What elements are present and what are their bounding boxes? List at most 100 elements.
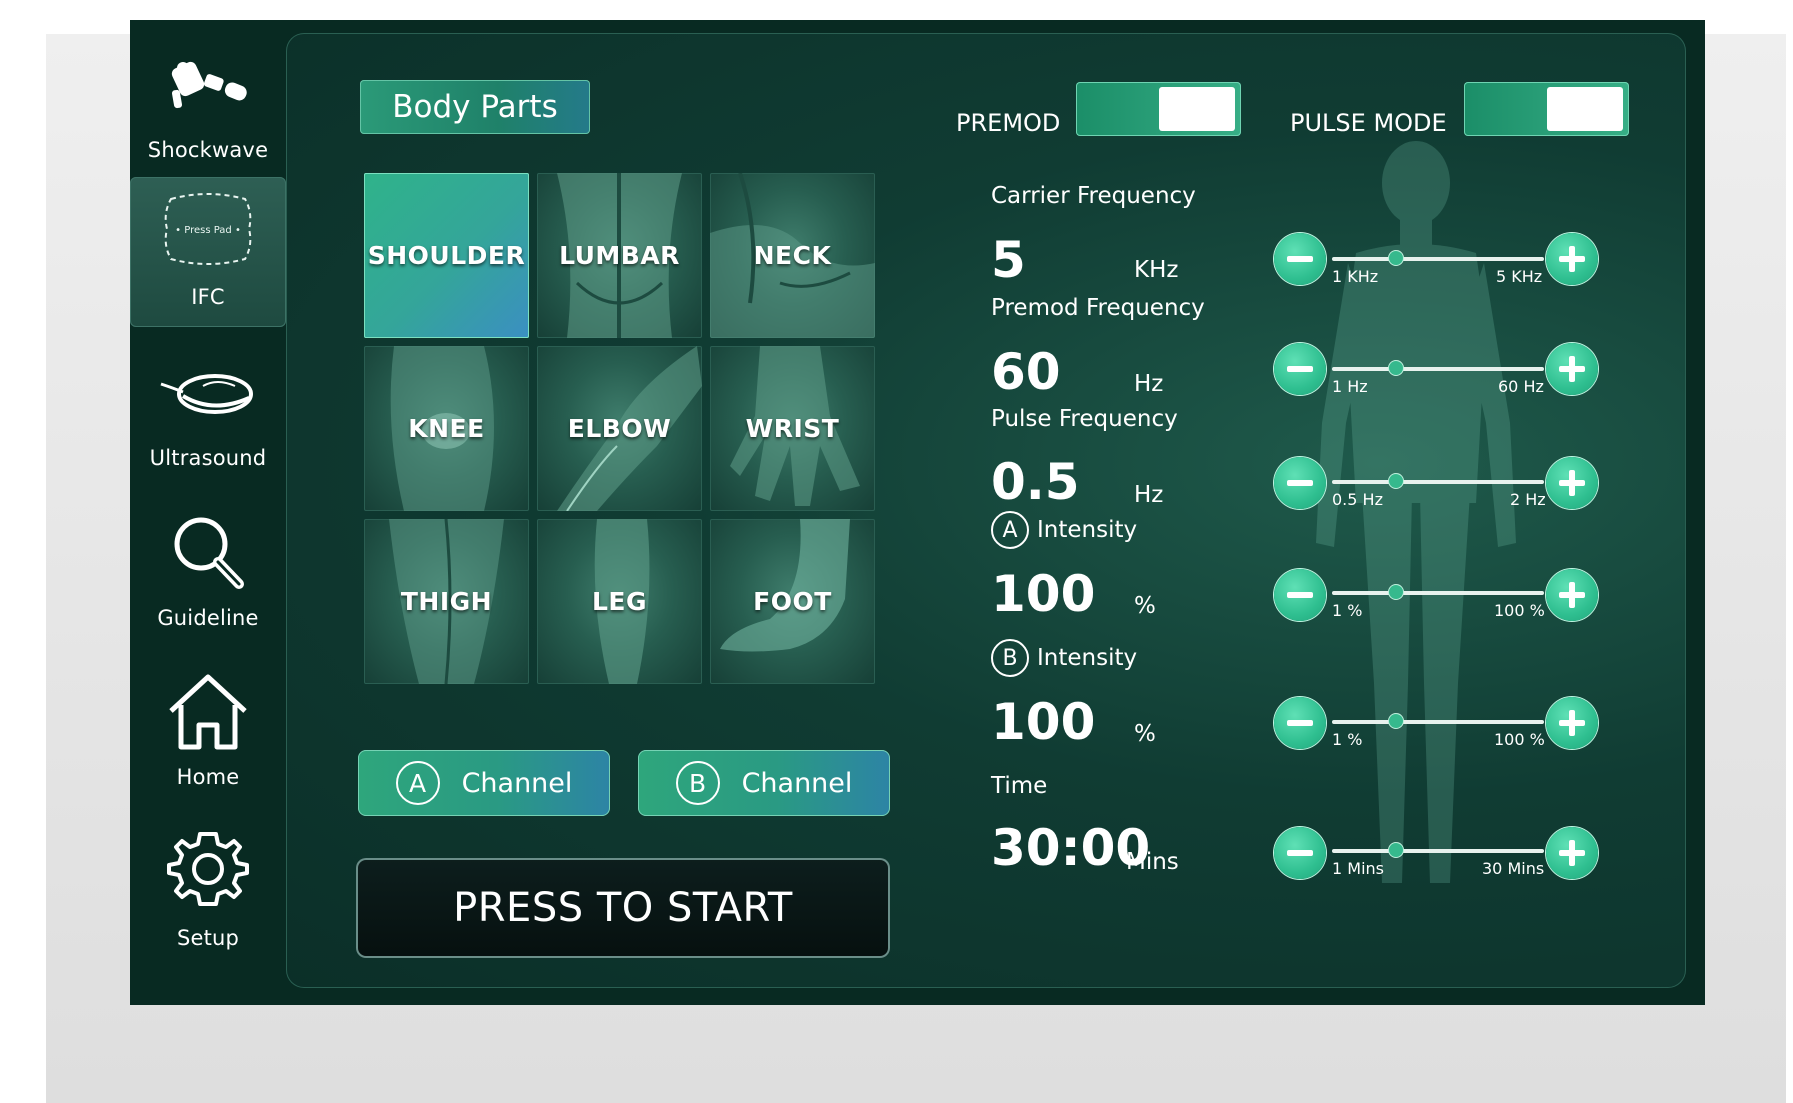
param-label: Premod Frequency: [991, 295, 1205, 321]
tile-elbow[interactable]: ELBOW: [537, 346, 702, 511]
slider-max: 60 Hz: [1498, 377, 1544, 396]
tile-neck[interactable]: NECK: [710, 173, 875, 338]
ifc-pad-icon: • Press Pad •: [164, 193, 252, 265]
param-label: Carrier Frequency: [991, 183, 1196, 209]
tile-label: LUMBAR: [559, 241, 680, 270]
plus-icon-stroke: [1569, 710, 1575, 736]
slider-min: 1 Hz: [1332, 377, 1368, 396]
sidebar-item-label: Ultrasound: [149, 446, 267, 470]
decrease-button[interactable]: [1274, 697, 1326, 749]
param-slider[interactable]: [1332, 714, 1544, 728]
sidebar-item-setup[interactable]: Setup: [130, 818, 286, 968]
decrease-button[interactable]: [1274, 569, 1326, 621]
sidebar-item-label: Shockwave: [147, 138, 269, 162]
tile-leg[interactable]: LEG: [537, 519, 702, 684]
sidebar-item-home[interactable]: Home: [130, 657, 286, 807]
decrease-button[interactable]: [1274, 457, 1326, 509]
tile-label: NECK: [753, 241, 832, 270]
param-label-text: Intensity: [1037, 645, 1138, 671]
slider-min: 1 Mins: [1332, 859, 1384, 878]
svg-text:• Press Pad •: • Press Pad •: [175, 225, 241, 236]
slider-min: 0.5 Hz: [1332, 490, 1383, 509]
slider-max: 100 %: [1494, 601, 1545, 620]
channel-b-button[interactable]: B Channel: [638, 750, 890, 816]
press-to-start-button[interactable]: PRESS TO START: [356, 858, 890, 958]
gear-icon: [167, 832, 249, 906]
premod-toggle[interactable]: [1076, 82, 1241, 136]
tile-label: KNEE: [408, 414, 485, 443]
toggle-knob: [1547, 87, 1623, 131]
plus-icon-stroke: [1569, 470, 1575, 496]
slider-thumb[interactable]: [1388, 714, 1403, 728]
premod-label: PREMOD: [956, 109, 1061, 137]
slider-max: 5 KHz: [1496, 267, 1543, 286]
pulse-mode-toggle[interactable]: [1464, 82, 1629, 136]
slider-max: 2 Hz: [1510, 490, 1546, 509]
minus-icon-stroke: [1287, 850, 1313, 856]
param-slider[interactable]: [1332, 585, 1544, 599]
slider-max: 30 Mins: [1482, 859, 1545, 878]
slider-thumb[interactable]: [1388, 843, 1403, 857]
param-slider[interactable]: [1332, 474, 1544, 488]
param-unit: Hz: [1134, 371, 1164, 397]
tile-label: SHOULDER: [367, 241, 526, 270]
tile-knee[interactable]: KNEE: [364, 346, 529, 511]
slider-thumb[interactable]: [1388, 474, 1403, 488]
slider-thumb[interactable]: [1388, 251, 1403, 265]
intensity-b-badge: B: [991, 639, 1029, 677]
slider-min: 1 %: [1332, 601, 1363, 620]
slider-min: 1 %: [1332, 730, 1363, 749]
tile-wrist[interactable]: WRIST: [710, 346, 875, 511]
increase-button[interactable]: [1546, 457, 1598, 509]
sidebar: Shockwave • Press Pad • IFC Ultrasound G…: [130, 20, 286, 1005]
plus-icon-stroke: [1569, 246, 1575, 272]
sidebar-item-ifc[interactable]: • Press Pad • IFC: [130, 177, 286, 327]
device-screen: Shockwave • Press Pad • IFC Ultrasound G…: [130, 20, 1705, 1005]
increase-button[interactable]: [1546, 233, 1598, 285]
sidebar-item-label: Guideline: [157, 606, 259, 630]
channel-a-button[interactable]: A Channel: [358, 750, 610, 816]
minus-icon-stroke: [1287, 720, 1313, 726]
body-parts-grid: SHOULDER LUMBAR NECK KNEE ELBOW WRIST TH…: [364, 173, 875, 685]
slider-thumb[interactable]: [1388, 585, 1403, 599]
sidebar-item-shockwave[interactable]: Shockwave: [130, 30, 286, 180]
param-label: Time: [991, 773, 1048, 799]
tile-lumbar[interactable]: LUMBAR: [537, 173, 702, 338]
param-slider[interactable]: [1332, 251, 1544, 265]
param-label: Pulse Frequency: [991, 406, 1178, 432]
home-icon: [169, 674, 247, 750]
param-unit: %: [1134, 721, 1156, 747]
param-value: 100: [991, 565, 1096, 623]
increase-button[interactable]: [1546, 343, 1598, 395]
tile-shoulder[interactable]: SHOULDER: [364, 173, 529, 338]
param-unit: KHz: [1134, 257, 1179, 283]
param-slider[interactable]: [1332, 361, 1544, 375]
tile-label: FOOT: [753, 587, 832, 616]
param-label-text: Intensity: [1037, 517, 1138, 543]
plus-icon-stroke: [1569, 356, 1575, 382]
tile-foot[interactable]: FOOT: [710, 519, 875, 684]
decrease-button[interactable]: [1274, 827, 1326, 879]
param-value: 5: [991, 231, 1026, 289]
sidebar-item-label: Home: [176, 765, 240, 789]
increase-button[interactable]: [1546, 827, 1598, 879]
sidebar-item-label: IFC: [191, 285, 225, 309]
sidebar-item-guideline[interactable]: Guideline: [130, 498, 286, 648]
sidebar-item-ultrasound[interactable]: Ultrasound: [130, 338, 286, 488]
increase-button[interactable]: [1546, 697, 1598, 749]
tile-thigh[interactable]: THIGH: [364, 519, 529, 684]
slider-thumb[interactable]: [1388, 361, 1403, 375]
param-label: B Intensity: [991, 639, 1137, 677]
decrease-button[interactable]: [1274, 343, 1326, 395]
tile-label: THIGH: [400, 587, 493, 616]
param-slider[interactable]: [1332, 843, 1544, 857]
decrease-button[interactable]: [1274, 233, 1326, 285]
minus-icon-stroke: [1287, 592, 1313, 598]
tile-label: ELBOW: [567, 414, 672, 443]
pulse-mode-label: PULSE MODE: [1290, 109, 1447, 137]
param-value: 0.5: [991, 453, 1080, 511]
slider-min: 1 KHz: [1332, 267, 1379, 286]
increase-button[interactable]: [1546, 569, 1598, 621]
human-body-figure: [1316, 141, 1516, 883]
param-unit: %: [1134, 593, 1156, 619]
